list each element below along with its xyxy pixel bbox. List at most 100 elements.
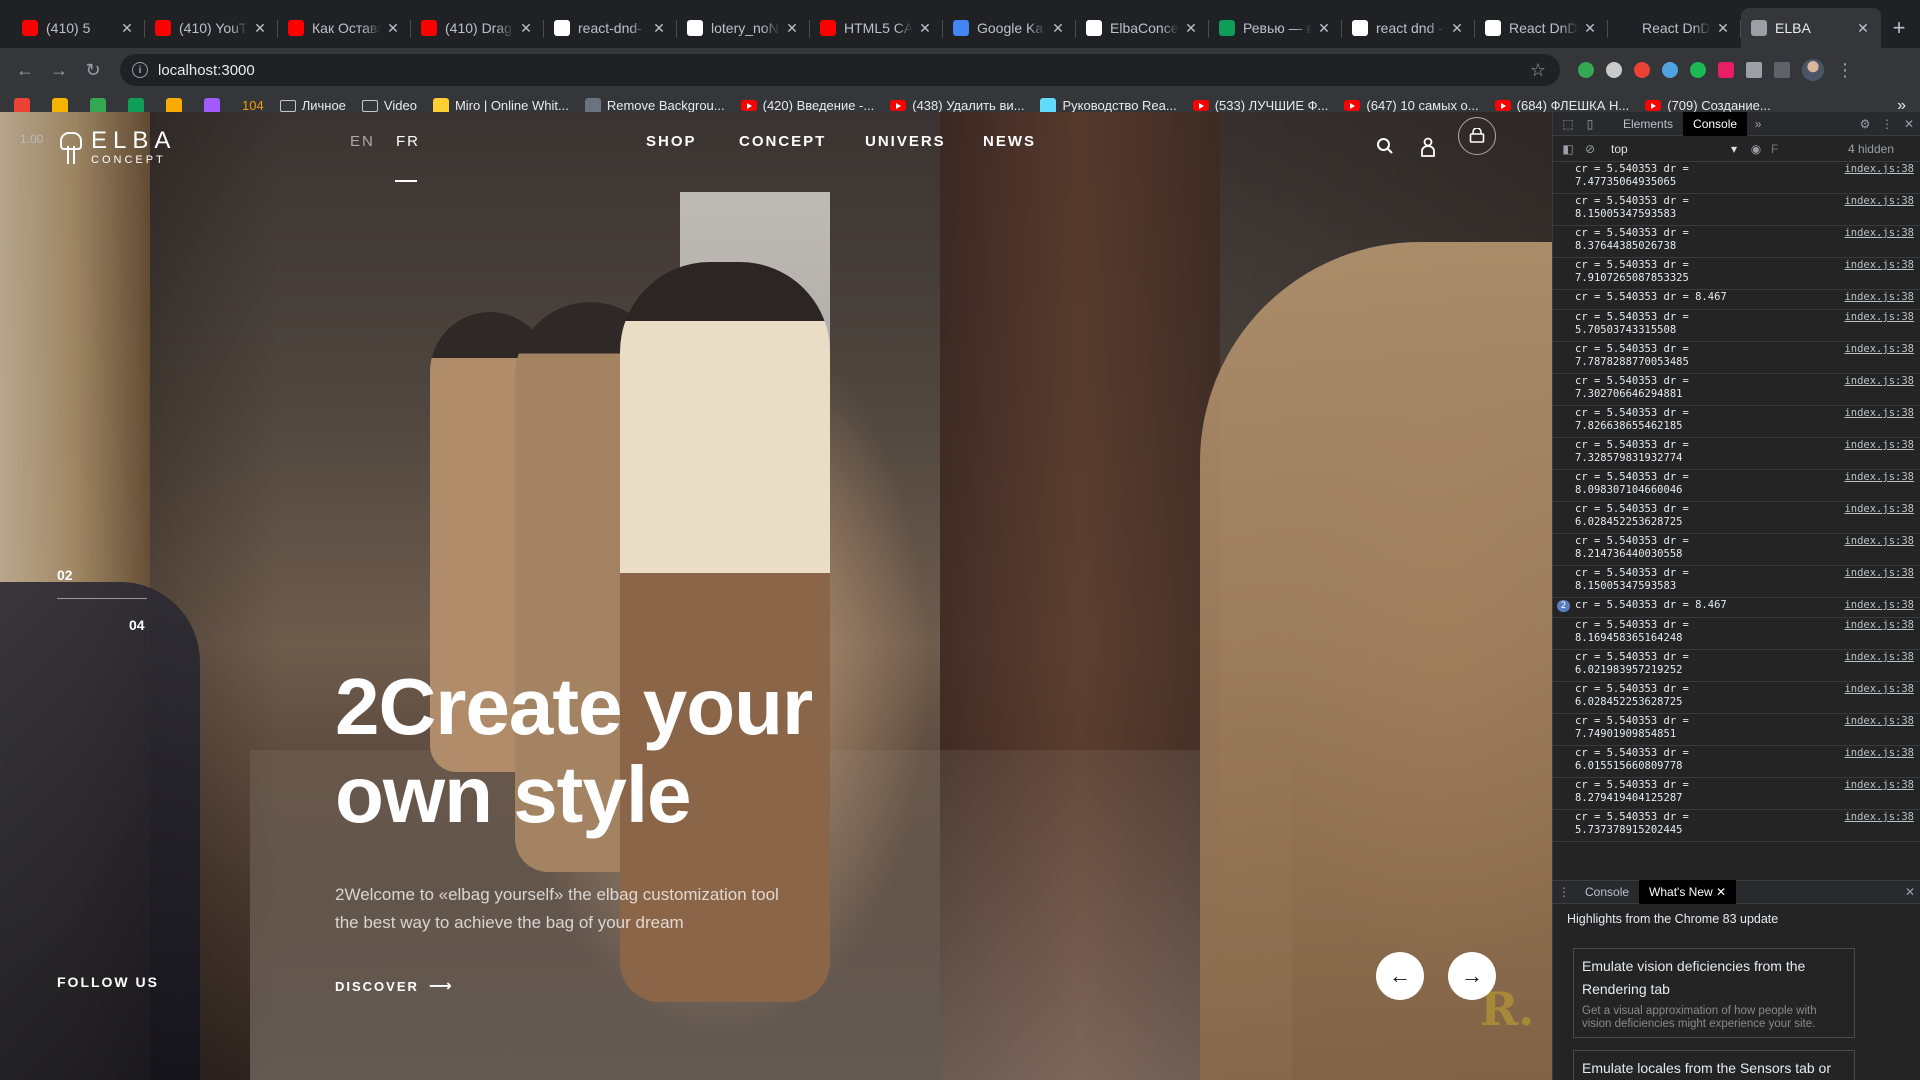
new-tab-icon[interactable]: + [1881,8,1917,48]
discover-link[interactable]: DISCOVER ⟶ [335,976,454,996]
close-tab-icon[interactable]: ✕ [518,20,534,37]
source-link[interactable]: index.js:38 [1844,747,1914,776]
tab-console[interactable]: Console [1683,111,1748,136]
lang-en[interactable]: EN [350,133,375,150]
bookmark-item[interactable]: (420) Введение -... [740,98,874,113]
drawer-tab-whats-new[interactable]: What's New ✕ [1639,880,1737,904]
browser-tab[interactable]: ElbaConce ✕ [1076,8,1209,48]
bookmark-item[interactable]: Video [361,98,417,113]
reading-list-icon[interactable] [1774,62,1790,78]
close-devtools-icon[interactable]: ✕ [1898,113,1920,135]
source-link[interactable]: index.js:38 [1844,375,1914,404]
browser-tab[interactable]: HTML5 CA ✕ [810,8,943,48]
more-tabs-icon[interactable]: » [1747,113,1769,135]
browser-tab[interactable]: (410) YouTu ✕ [145,8,278,48]
source-link[interactable]: index.js:38 [1844,715,1914,744]
browser-tab[interactable]: (410) 5 ✕ [12,8,145,48]
address-bar[interactable]: i localhost:3000 ☆ [120,54,1560,86]
browser-tab[interactable]: react-dnd- ✕ [544,8,677,48]
bookmark-star-icon[interactable]: ☆ [1530,60,1546,81]
close-tab-icon[interactable]: ✕ [1855,20,1871,37]
close-tab-icon[interactable]: ✕ [1449,20,1465,37]
browser-tab[interactable]: ELBA ✕ [1741,8,1881,48]
source-link[interactable]: index.js:38 [1844,407,1914,436]
bookmark-item[interactable]: (438) Удалить ви... [890,98,1024,113]
drawer-menu-icon[interactable]: ⋮ [1553,881,1575,903]
close-tab-icon[interactable]: ✕ [1183,20,1199,37]
source-link[interactable]: index.js:38 [1844,195,1914,224]
browser-tab[interactable]: Как Остава ✕ [278,8,411,48]
account-icon[interactable] [1419,137,1437,162]
source-link[interactable]: index.js:38 [1844,535,1914,564]
inspect-element-icon[interactable]: ⬚ [1557,113,1579,135]
reload-icon[interactable]: ↻ [78,55,108,85]
browser-tab[interactable]: (410) Drag ✕ [411,8,544,48]
source-link[interactable]: index.js:38 [1844,227,1914,256]
nav-news[interactable]: NEWS [983,133,1036,150]
settings-gear-icon[interactable]: ⚙ [1854,113,1876,135]
close-drawer-icon[interactable]: ✕ [1899,881,1920,903]
close-tab-icon[interactable]: ✕ [1715,20,1731,37]
source-link[interactable]: index.js:38 [1844,599,1914,616]
browser-tab[interactable]: lotery_noNa ✕ [677,8,810,48]
site-info-icon[interactable]: i [132,62,148,78]
source-link[interactable]: index.js:38 [1844,651,1914,680]
slider-prev-button[interactable]: ← [1376,952,1424,1000]
close-tab-icon[interactable]: ✕ [385,20,401,37]
close-tab-icon[interactable]: ✕ [651,20,667,37]
close-tab-icon[interactable]: ✕ [119,20,135,37]
source-link[interactable]: index.js:38 [1844,163,1914,192]
close-tab-icon[interactable]: ✕ [784,20,800,37]
source-link[interactable]: index.js:38 [1844,343,1914,372]
source-link[interactable]: index.js:38 [1844,779,1914,808]
source-link[interactable]: index.js:38 [1844,503,1914,532]
source-link[interactable]: index.js:38 [1844,291,1914,308]
browser-tab[interactable]: React DnD ✕ [1608,8,1741,48]
context-select[interactable]: top ▾ [1611,142,1737,156]
clear-console-icon[interactable]: ⊘ [1579,138,1601,160]
browser-tab[interactable]: Ревью — в ✕ [1209,8,1342,48]
whats-new-card[interactable]: Emulate locales from the Sensors tab or [1573,1050,1855,1080]
browser-tab[interactable]: react dnd - ✕ [1342,8,1475,48]
source-link[interactable]: index.js:38 [1844,439,1914,468]
bag-cart-button[interactable] [1458,117,1496,155]
extension-video-icon[interactable] [1718,62,1734,78]
profile-avatar[interactable] [1802,59,1824,81]
site-logo[interactable]: ELBA CONCEPT [57,129,176,166]
nav-univers[interactable]: UNIVERS [865,133,946,150]
extension-gear-icon[interactable] [1606,62,1622,78]
live-expression-eye-icon[interactable]: ◉ [1745,138,1767,160]
browser-menu-icon[interactable]: ⋮ [1836,60,1854,81]
follow-us-link[interactable]: FOLLOW US [57,974,159,990]
bookmark-item[interactable]: (533) ЛУЧШИЕ Ф... [1192,98,1328,113]
source-link[interactable]: index.js:38 [1844,471,1914,500]
close-tab-icon[interactable]: ✕ [1050,20,1066,37]
console-filter-input[interactable]: F [1771,142,1778,156]
back-icon[interactable]: ← [10,55,40,85]
close-tab-icon[interactable]: ✕ [917,20,933,37]
devtools-menu-icon[interactable]: ⋮ [1876,113,1898,135]
browser-tab[interactable]: Google Ka ✕ [943,8,1076,48]
bookmark-item[interactable]: (647) 10 самых о... [1344,98,1479,113]
device-toolbar-icon[interactable]: ▯ [1579,113,1601,135]
extension-leaf-icon[interactable] [1578,62,1594,78]
sidebar-toggle-icon[interactable]: ◧ [1557,138,1579,160]
drawer-tab-console[interactable]: Console [1575,880,1639,904]
lang-fr[interactable]: FR [396,133,420,150]
source-link[interactable]: index.js:38 [1844,811,1914,840]
source-link[interactable]: index.js:38 [1844,311,1914,340]
source-link[interactable]: index.js:38 [1844,619,1914,648]
close-tab-icon[interactable]: ✕ [1316,20,1332,37]
extension-green-icon[interactable] [1690,62,1706,78]
extension-shield-icon[interactable] [1634,62,1650,78]
source-link[interactable]: index.js:38 [1844,683,1914,712]
tab-elements[interactable]: Elements [1613,112,1683,136]
bookmark-item[interactable]: 104 [242,98,264,113]
close-tab-icon[interactable]: ✕ [1582,20,1598,37]
bookmark-item[interactable]: (684) ФЛЕШКА Н... [1494,98,1629,113]
forward-icon[interactable]: → [44,55,74,85]
extension-blue-icon[interactable] [1662,62,1678,78]
nav-concept[interactable]: CONCEPT [739,133,826,150]
search-icon[interactable] [1376,137,1394,160]
browser-tab[interactable]: React DnD ✕ [1475,8,1608,48]
